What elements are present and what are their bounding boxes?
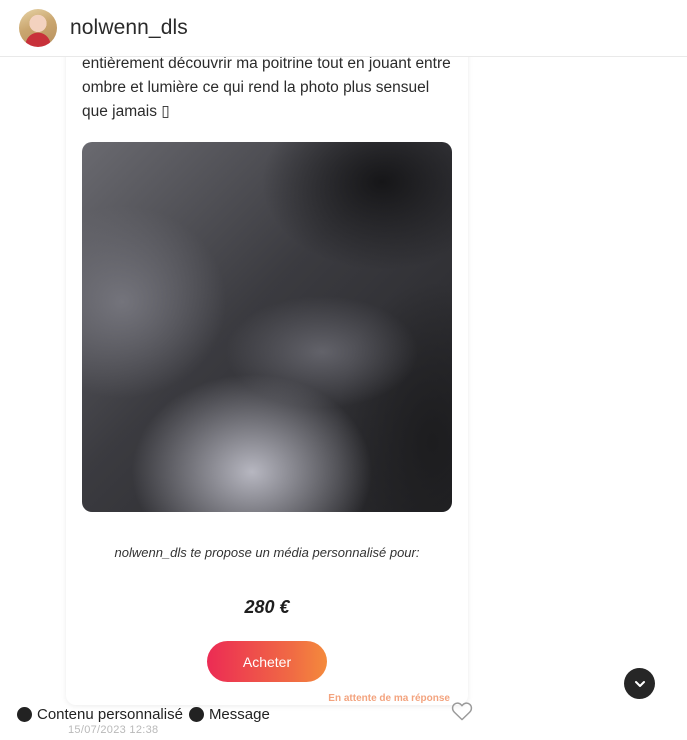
conversation-header: nolwenn_dls: [0, 0, 687, 57]
chevron-down-icon: [634, 680, 645, 687]
status-text: En attente de ma réponse: [328, 693, 450, 704]
tag-label: Contenu personnalisé: [37, 706, 183, 723]
blurred-media-preview[interactable]: [82, 142, 452, 512]
avatar[interactable]: [19, 9, 57, 47]
media-price: 280 €: [244, 597, 290, 617]
tag-dot-icon: [188, 707, 204, 722]
message-tags: Contenu personnalisé Message: [17, 706, 276, 723]
tag-custom-content: Contenu personnalisé: [17, 706, 183, 723]
tag-message: Message: [188, 706, 270, 723]
heart-icon[interactable]: [451, 701, 473, 721]
tag-label: Message: [208, 706, 270, 723]
post-caption: entièrement découvrir ma poitrine tout e…: [82, 55, 451, 120]
buy-button[interactable]: Acheter: [207, 641, 327, 682]
scroll-down-button[interactable]: [624, 668, 655, 699]
offer-text: nolwenn_dls te propose un média personna…: [114, 545, 420, 560]
message-timestamp: 15/07/2023 12:38: [68, 724, 159, 736]
header-username[interactable]: nolwenn_dls: [70, 16, 188, 40]
tag-dot-icon: [17, 707, 32, 722]
